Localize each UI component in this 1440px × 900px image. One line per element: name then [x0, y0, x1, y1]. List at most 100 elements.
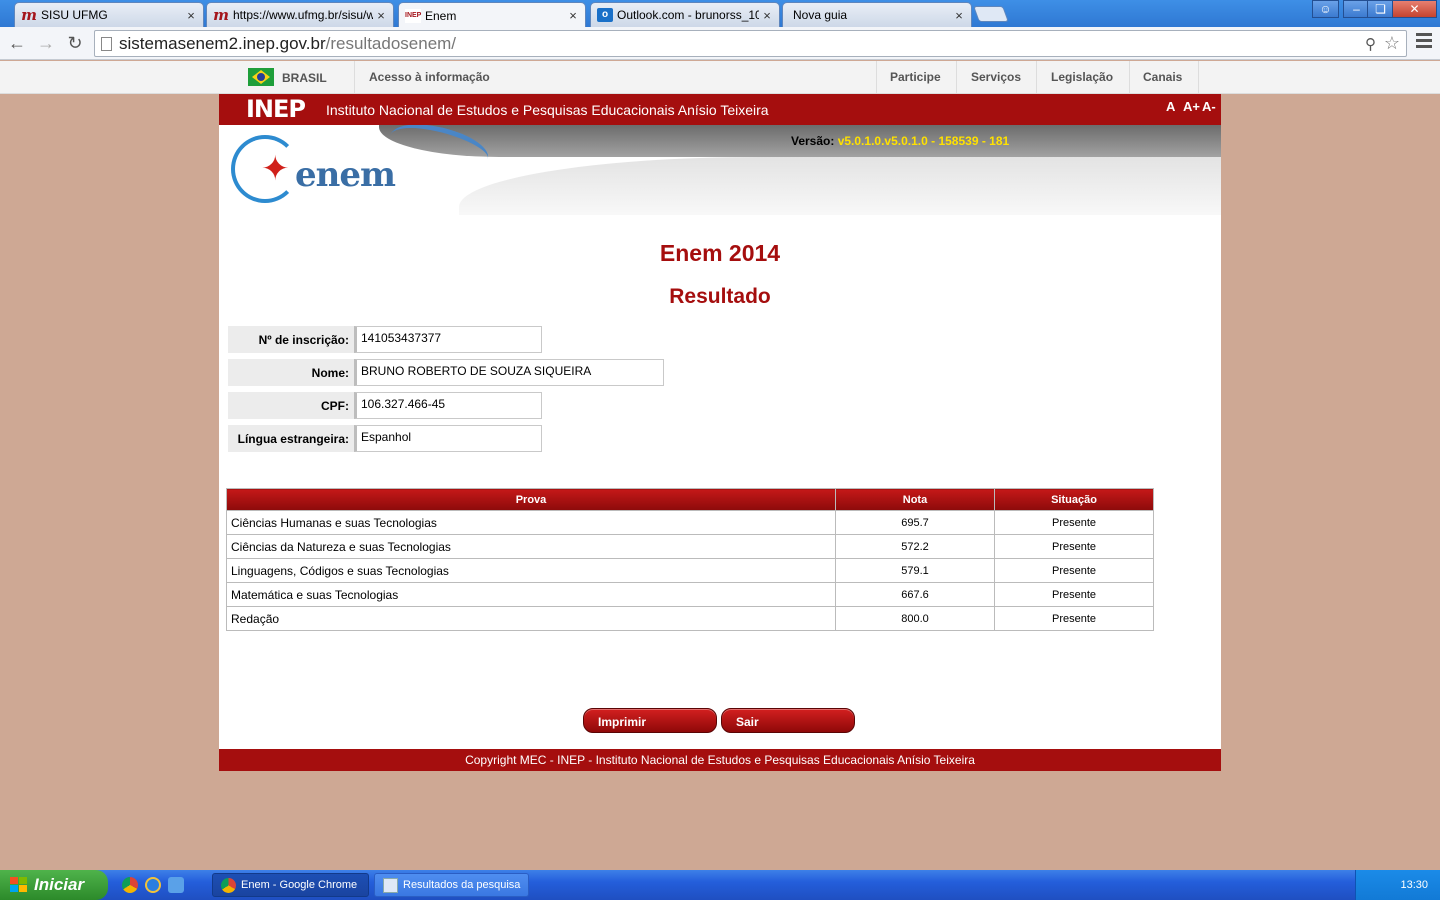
chrome-icon	[221, 878, 236, 893]
footer: Copyright MEC - INEP - Instituto Naciona…	[219, 749, 1221, 771]
windows-logo-icon	[10, 877, 28, 893]
divider	[1036, 61, 1037, 94]
close-icon[interactable]: ×	[951, 8, 967, 23]
version-info: Versão: v5.0.1.0.v5.0.1.0 - 158539 - 181	[791, 134, 1009, 148]
divider	[354, 61, 355, 94]
tab-ufmg-sisu[interactable]: m https://www.ufmg.br/sisu/w ×	[206, 2, 394, 27]
inep-page: INEP Instituto Nacional de Estudos e Pes…	[219, 94, 1221, 771]
column-header-situacao: Situação	[994, 488, 1154, 511]
field-value: 106.327.466-45	[354, 392, 542, 419]
prova-cell: Ciências da Natureza e suas Tecnologias	[226, 534, 836, 559]
tab-title: Nova guia	[793, 8, 848, 22]
forward-arrow-icon[interactable]: →	[35, 32, 57, 54]
enem-banner: Versão: v5.0.1.0.v5.0.1.0 - 158539 - 181…	[219, 125, 1221, 215]
prova-cell: Linguagens, Códigos e suas Tecnologias	[226, 558, 836, 583]
page-subtitle: Resultado	[669, 285, 771, 308]
outlook-icon: o	[597, 8, 613, 22]
divider	[1129, 61, 1130, 94]
nota-cell: 667.6	[835, 582, 995, 607]
field-label: Nº de inscrição:	[228, 326, 354, 353]
tab-enem[interactable]: INEP Enem ×	[398, 2, 586, 28]
field-value: 141053437377	[354, 326, 542, 353]
field-lingua: Língua estrangeira: Espanhol	[228, 425, 542, 452]
banner-wave	[459, 157, 1221, 215]
close-icon[interactable]: ×	[183, 8, 199, 23]
canais-link[interactable]: Canais	[1143, 70, 1182, 84]
participe-link[interactable]: Participe	[890, 70, 941, 84]
acesso-informacao-link[interactable]: Acesso à informação	[369, 70, 490, 84]
brazil-flag-icon[interactable]	[248, 68, 274, 86]
servicos-link[interactable]: Serviços	[971, 70, 1021, 84]
prova-cell: Matemática e suas Tecnologias	[226, 582, 836, 607]
address-bar[interactable]: sistemasenem2.inep.gov.br/resultadosenem…	[94, 30, 1407, 57]
institute-name: Instituto Nacional de Estudos e Pesquisa…	[326, 102, 769, 118]
page-icon	[101, 37, 112, 51]
enem-figure-icon: ✦	[261, 150, 290, 188]
window-close-button[interactable]: ✕	[1392, 0, 1437, 18]
bookmark-star-icon[interactable]: ☆	[1384, 33, 1400, 54]
chrome-quicklaunch-icon[interactable]	[122, 877, 138, 893]
taskbar: Iniciar Enem - Google Chrome Resultados …	[0, 870, 1440, 900]
nota-cell: 800.0	[835, 606, 995, 631]
close-icon[interactable]: ×	[373, 8, 389, 23]
inep-logo[interactable]: INEP	[246, 97, 318, 121]
table-row: Matemática e suas Tecnologias 667.6 Pres…	[226, 582, 1154, 607]
column-header-nota: Nota	[835, 488, 995, 511]
field-value: Espanhol	[354, 425, 542, 452]
version-label: Versão:	[791, 134, 835, 148]
field-nome: Nome: BRUNO ROBERTO DE SOUZA SIQUEIRA	[228, 359, 664, 386]
task-label: Enem - Google Chrome	[241, 879, 358, 891]
brasil-link[interactable]: BRASIL	[282, 71, 327, 85]
field-label: CPF:	[228, 392, 354, 419]
divider	[1198, 61, 1199, 94]
close-icon[interactable]: ×	[759, 8, 775, 23]
new-tab-button[interactable]	[973, 6, 1009, 22]
field-cpf: CPF: 106.327.466-45	[228, 392, 542, 419]
field-value: BRUNO ROBERTO DE SOUZA SIQUEIRA	[354, 359, 664, 386]
nota-cell: 572.2	[835, 534, 995, 559]
ie-quicklaunch-icon[interactable]	[145, 877, 161, 893]
font-normal-button[interactable]: A	[1166, 99, 1175, 114]
results-table: Prova Nota Situação Ciências Humanas e s…	[226, 488, 1154, 631]
tab-outlook[interactable]: o Outlook.com - brunorss_100 ×	[590, 2, 780, 27]
task-label: Resultados da pesquisa	[403, 879, 521, 891]
back-arrow-icon[interactable]: ←	[6, 32, 28, 54]
divider	[876, 61, 877, 94]
legislacao-link[interactable]: Legislação	[1051, 70, 1113, 84]
browser-toolbar: ← → ↻ sistemasenem2.inep.gov.br/resultad…	[0, 27, 1440, 60]
inep-icon: INEP	[405, 8, 421, 23]
version-value: v5.0.1.0.v5.0.1.0 - 158539 - 181	[837, 134, 1010, 148]
tab-title: Outlook.com - brunorss_100	[617, 8, 759, 22]
divider	[956, 61, 957, 94]
task-chrome[interactable]: Enem - Google Chrome	[212, 873, 369, 897]
start-button[interactable]: Iniciar	[0, 870, 108, 900]
nota-cell: 579.1	[835, 558, 995, 583]
exit-button[interactable]: Sair	[721, 708, 855, 733]
url-host: sistemasenem2.inep.gov.br	[119, 34, 326, 53]
reload-icon[interactable]: ↻	[64, 32, 86, 54]
field-inscricao: Nº de inscrição: 141053437377	[228, 326, 542, 353]
tab-sisu-ufmg[interactable]: m SISU UFMG ×	[14, 2, 204, 27]
column-header-prova: Prova	[226, 488, 836, 511]
restore-button[interactable]: ❏	[1367, 0, 1394, 18]
situacao-cell: Presente	[994, 582, 1154, 607]
close-icon[interactable]: ×	[565, 8, 581, 23]
font-increase-button[interactable]: A+	[1183, 99, 1200, 114]
user-icon[interactable]: ☺	[1312, 0, 1339, 18]
enem-logo: ✦ enem	[231, 135, 396, 205]
ufmg-icon: m	[21, 6, 37, 24]
menu-icon[interactable]	[1416, 33, 1432, 51]
situacao-cell: Presente	[994, 510, 1154, 535]
url-text[interactable]: sistemasenem2.inep.gov.br/resultadosenem…	[119, 34, 456, 54]
minimize-button[interactable]: –	[1343, 0, 1370, 18]
gov-bar: BRASIL Acesso à informação Participe Ser…	[0, 61, 1440, 94]
ufmg-icon: m	[213, 6, 229, 24]
inep-header-bar: INEP Instituto Nacional de Estudos e Pes…	[219, 94, 1221, 125]
key-icon[interactable]: ⚲	[1365, 35, 1376, 53]
tab-nova-guia[interactable]: Nova guia ×	[782, 2, 972, 27]
field-label: Língua estrangeira:	[228, 425, 354, 452]
explorer-quicklaunch-icon[interactable]	[168, 877, 184, 893]
task-resultados[interactable]: Resultados da pesquisa	[374, 873, 529, 897]
print-button[interactable]: Imprimir	[583, 708, 717, 733]
font-decrease-button[interactable]: A-	[1202, 99, 1216, 114]
